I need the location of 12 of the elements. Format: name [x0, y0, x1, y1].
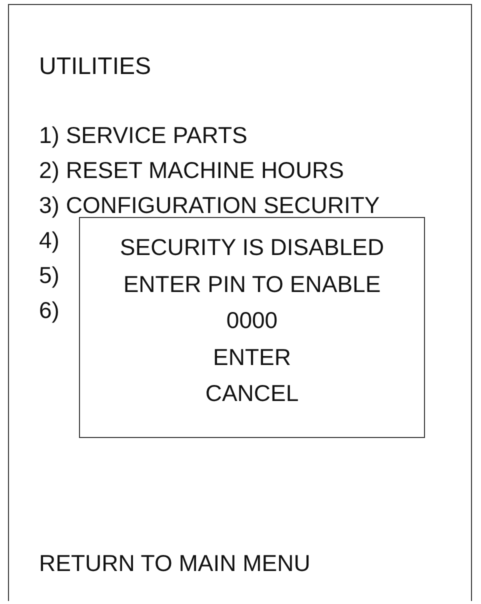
menu-item[interactable]: 6) — [39, 293, 60, 328]
dialog-message: SECURITY IS DISABLED — [120, 233, 384, 262]
menu-item[interactable]: 2) RESET MACHINE HOURS — [39, 153, 344, 188]
dialog-message: ENTER PIN TO ENABLE — [123, 270, 381, 298]
menu-item[interactable]: 5) — [39, 258, 60, 293]
dialog-button[interactable]: CANCEL — [201, 375, 303, 412]
menu-item[interactable]: 1) SERVICE PARTS — [39, 118, 248, 153]
menu-item[interactable]: 4) — [39, 223, 60, 258]
pin-field[interactable]: 0000 — [208, 302, 296, 338]
return-link[interactable]: RETURN TO MAIN MENU — [39, 545, 310, 581]
dialog-button[interactable]: ENTER — [209, 338, 295, 375]
screen-title: UTILITIES — [39, 52, 152, 82]
